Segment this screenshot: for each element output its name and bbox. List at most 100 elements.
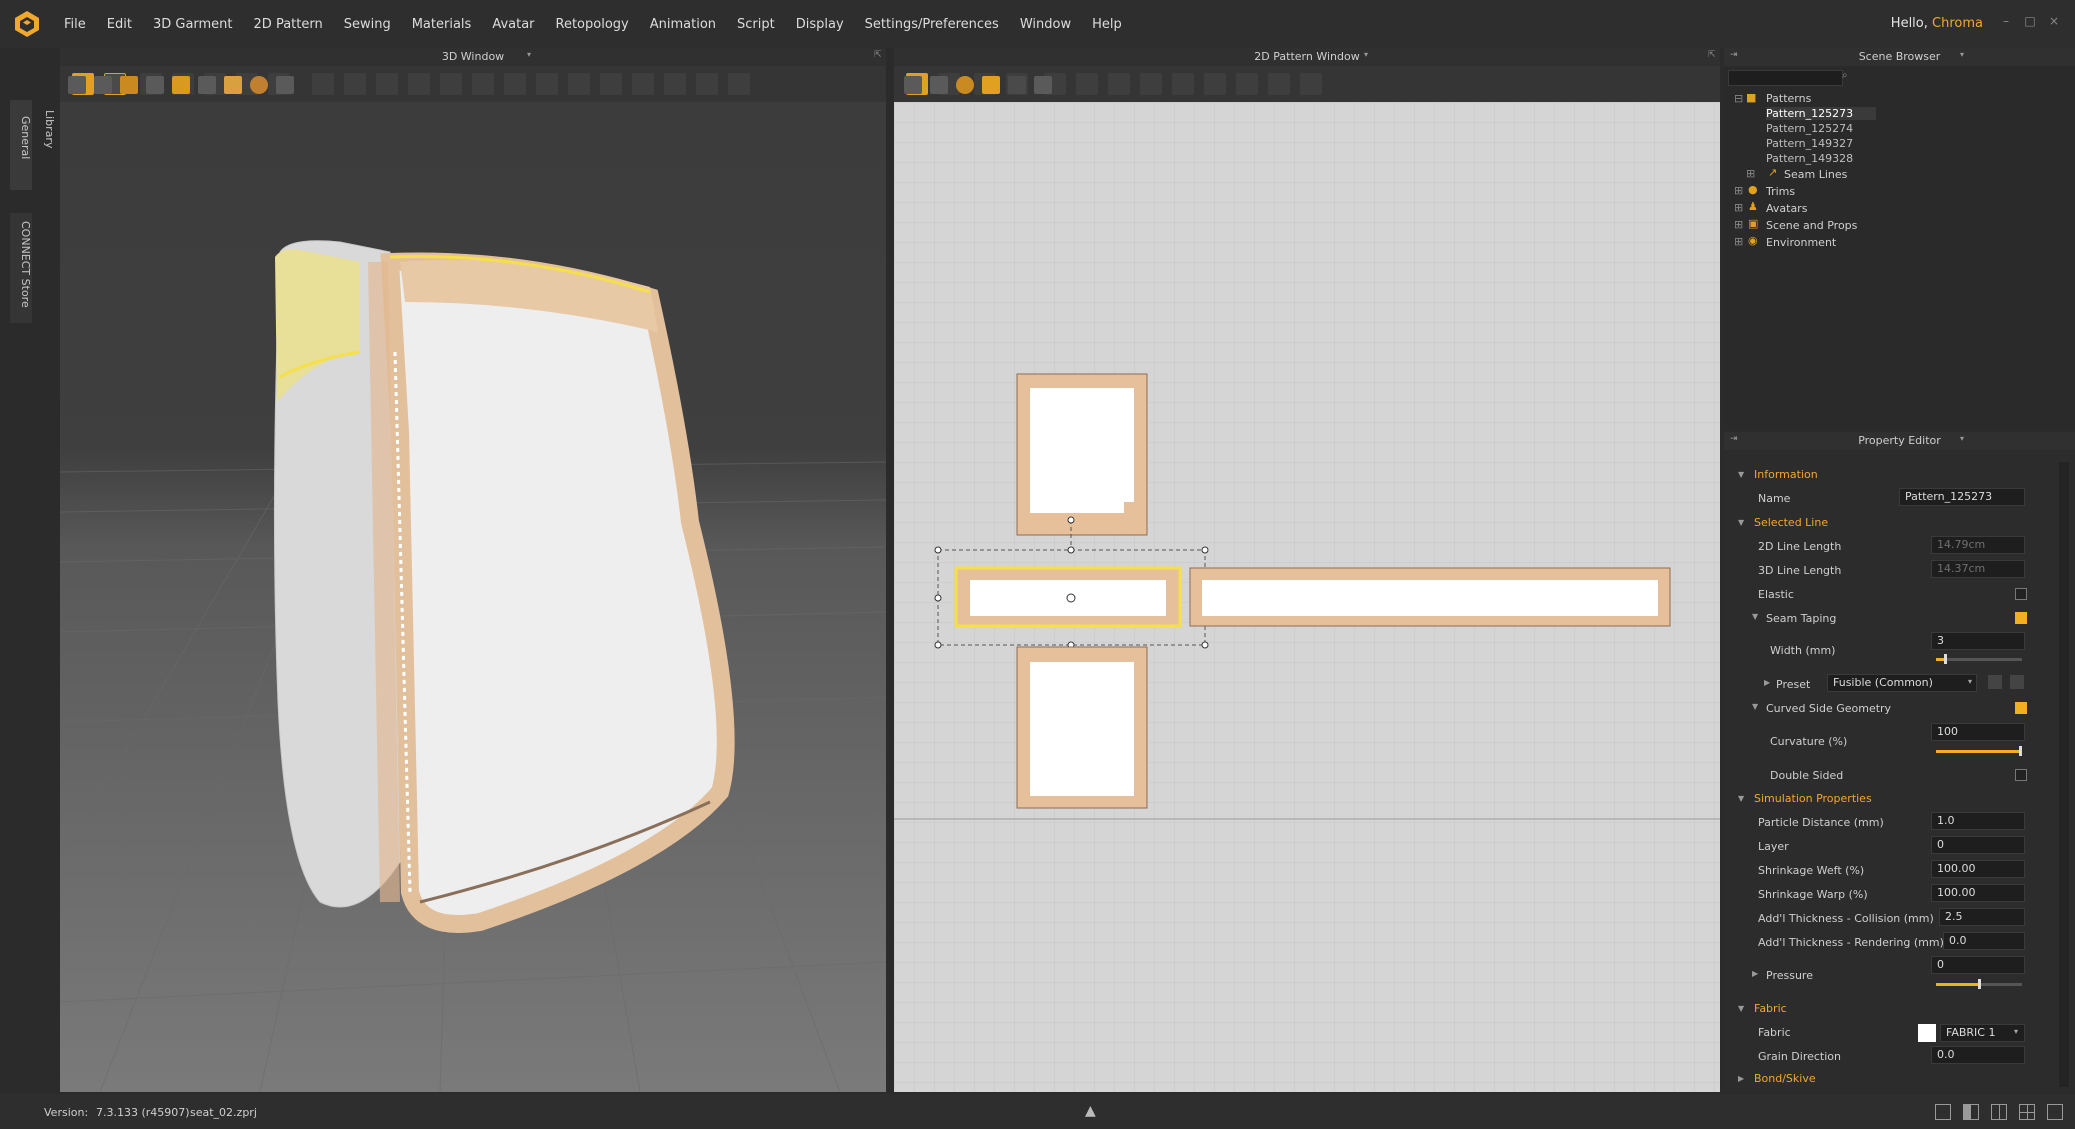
prop-dropdown-icon[interactable]: ▾ — [1960, 434, 1964, 443]
close-icon[interactable]: × — [2047, 14, 2061, 28]
tree-expand-avatars-icon[interactable]: ⊞ — [1734, 201, 1743, 214]
display-info-icon[interactable] — [956, 76, 974, 94]
menu-script[interactable]: Script — [737, 17, 775, 32]
display-texture-2d-icon[interactable] — [982, 76, 1000, 94]
menu-edit[interactable]: Edit — [107, 17, 132, 32]
menu-2d-pattern[interactable]: 2D Pattern — [254, 17, 323, 32]
tab-connect-store[interactable]: CONNECT Store — [10, 213, 32, 323]
tree-item-environment[interactable]: Environment — [1766, 236, 1836, 249]
expand-icon[interactable]: ▶ — [1738, 1074, 1744, 1083]
section-selected-line[interactable]: Selected Line — [1754, 516, 1828, 529]
pattern-piece-long[interactable] — [1189, 567, 1671, 627]
tree-item-trims[interactable]: Trims — [1766, 185, 1795, 198]
menu-retopology[interactable]: Retopology — [556, 17, 629, 32]
section-simulation[interactable]: Simulation Properties — [1754, 792, 1872, 805]
tree-expand-props-icon[interactable]: ⊞ — [1734, 218, 1743, 231]
collapse-icon[interactable]: ▼ — [1752, 702, 1758, 711]
menu-settings[interactable]: Settings/Preferences — [865, 17, 999, 32]
view3d-viewport[interactable] — [59, 76, 887, 1093]
prop-scrollbar[interactable] — [2059, 462, 2069, 1087]
menu-display[interactable]: Display — [796, 17, 844, 32]
collapse-icon[interactable]: ▼ — [1738, 470, 1744, 479]
save-preset-icon[interactable] — [2010, 675, 2024, 689]
weft-input[interactable]: 100.00 — [1931, 860, 2025, 878]
tree-expand-icon[interactable]: ⊟ — [1734, 92, 1743, 105]
curvature-input[interactable]: 100 — [1931, 723, 2025, 741]
curvature-slider-knob[interactable] — [2019, 746, 2022, 756]
pressure-slider-knob[interactable] — [1978, 979, 1981, 989]
layout-dual-icon[interactable] — [1991, 1104, 2007, 1120]
view2d-undock-icon[interactable]: ⇱ — [1708, 50, 1716, 60]
display-texture-icon[interactable] — [120, 76, 138, 94]
minimize-icon[interactable]: – — [1999, 14, 2013, 28]
tree-item-seam-lines[interactable]: Seam Lines — [1784, 168, 1847, 181]
particle-input[interactable]: 1.0 — [1931, 812, 2025, 830]
menu-animation[interactable]: Animation — [650, 17, 716, 32]
display-props-icon[interactable] — [276, 76, 294, 94]
layout-split-icon[interactable] — [1963, 1104, 1979, 1120]
tree-item-patterns[interactable]: Patterns — [1766, 92, 1811, 105]
pressure-slider[interactable] — [1936, 979, 2022, 989]
width-slider[interactable] — [1936, 654, 2022, 664]
layout-quad-icon[interactable] — [2019, 1104, 2035, 1120]
scene-search-input[interactable] — [1728, 70, 1843, 86]
view2d-dropdown-icon[interactable]: ▾ — [1364, 50, 1368, 59]
collapse-icon[interactable]: ▼ — [1752, 612, 1758, 621]
tree-expand-seam-icon[interactable]: ⊞ — [1746, 167, 1755, 180]
scene-dropdown-icon[interactable]: ▾ — [1960, 50, 1964, 59]
width-input[interactable]: 3 — [1931, 632, 2025, 650]
expand-icon[interactable]: ▶ — [1752, 969, 1758, 978]
display-garment-icon[interactable] — [94, 76, 112, 94]
name-input[interactable]: Pattern_125273 — [1899, 488, 2025, 506]
warp-input[interactable]: 100.00 — [1931, 884, 2025, 902]
menu-file[interactable]: File — [64, 17, 86, 32]
collapse-icon[interactable]: ▼ — [1738, 1004, 1744, 1013]
double-sided-checkbox[interactable] — [2015, 769, 2027, 781]
tree-item-pattern-125273[interactable]: Pattern_125273 — [1766, 107, 1876, 120]
section-fabric[interactable]: Fabric — [1754, 1002, 1787, 1015]
display-sewing-2d-icon[interactable] — [1034, 76, 1052, 94]
chevron-down-icon[interactable]: ▾ — [2014, 1027, 2018, 1036]
display-environment-icon[interactable] — [250, 76, 268, 94]
view3d-undock-icon[interactable]: ⇱ — [874, 50, 882, 60]
user-name[interactable]: Chroma — [1932, 16, 1983, 31]
collision-input[interactable]: 2.5 — [1939, 908, 2025, 926]
layout-single-icon[interactable] — [1935, 1104, 1951, 1120]
width-slider-knob[interactable] — [1943, 654, 1947, 664]
open-preset-icon[interactable] — [1988, 675, 2002, 689]
pattern-piece-top[interactable] — [1016, 373, 1148, 536]
section-information[interactable]: Information — [1754, 468, 1818, 481]
curved-checkbox[interactable] — [2015, 702, 2027, 714]
maximize-icon[interactable]: □ — [2023, 14, 2037, 28]
expand-panel-icon[interactable]: ▲ — [1085, 1103, 1096, 1119]
tree-item-pattern-125274[interactable]: Pattern_125274 — [1766, 122, 1853, 135]
display-body-icon[interactable] — [224, 76, 242, 94]
display-mesh-icon[interactable] — [198, 76, 216, 94]
fabric-swatch[interactable] — [1918, 1024, 1936, 1042]
curvature-slider[interactable] — [1936, 746, 2022, 756]
view2d-viewport[interactable] — [894, 76, 1720, 1092]
scene-pin-icon[interactable]: ⇥ — [1730, 50, 1738, 60]
display-avatar-icon[interactable] — [68, 76, 86, 94]
tree-item-pattern-149328[interactable]: Pattern_149328 — [1766, 152, 1853, 165]
collapse-icon[interactable]: ▼ — [1738, 518, 1744, 527]
search-icon[interactable]: ⌕ — [1842, 70, 1848, 81]
chevron-down-icon[interactable]: ▾ — [1968, 677, 1972, 686]
menu-materials[interactable]: Materials — [412, 17, 472, 32]
menu-sewing[interactable]: Sewing — [344, 17, 391, 32]
expand-icon[interactable]: ▶ — [1764, 678, 1770, 687]
elastic-checkbox[interactable] — [2015, 588, 2027, 600]
tree-expand-env-icon[interactable]: ⊞ — [1734, 235, 1743, 248]
pressure-input[interactable]: 0 — [1931, 956, 2025, 974]
display-skin-icon[interactable] — [146, 76, 164, 94]
menu-help[interactable]: Help — [1092, 17, 1122, 32]
display-grain-icon[interactable] — [904, 76, 922, 94]
display-fabric-icon[interactable] — [172, 76, 190, 94]
layout-custom-icon[interactable] — [2047, 1104, 2063, 1120]
rendering-input[interactable]: 0.0 — [1943, 932, 2025, 950]
menu-3d-garment[interactable]: 3D Garment — [153, 17, 233, 32]
tree-expand-trims-icon[interactable]: ⊞ — [1734, 184, 1743, 197]
tree-item-pattern-149327[interactable]: Pattern_149327 — [1766, 137, 1853, 150]
seam-taping-checkbox[interactable] — [2015, 612, 2027, 624]
menu-avatar[interactable]: Avatar — [492, 17, 534, 32]
